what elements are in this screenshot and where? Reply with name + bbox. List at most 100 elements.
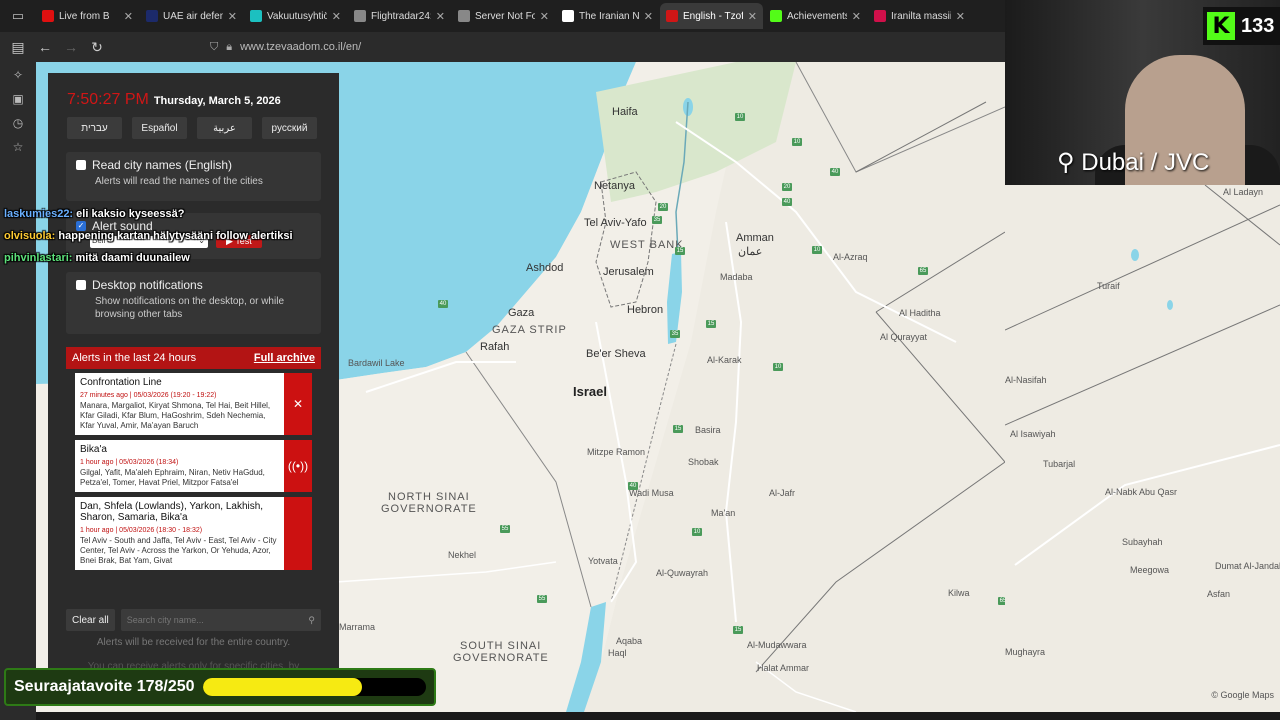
close-icon[interactable]: ✕ [956, 10, 965, 23]
clear-all-button[interactable]: Clear all [66, 609, 115, 631]
close-icon[interactable]: ✕ [540, 10, 549, 23]
browser-tab[interactable]: Achievements - ✕ [764, 3, 867, 29]
alert-card[interactable]: Confrontation Line 27 minutes ago | 05/03… [75, 373, 312, 435]
alert-time: 1 hour ago | 05/03/2026 (18:34) [80, 459, 179, 466]
alert-time: 1 hour ago | 05/03/2026 (18:30 - 18:32) [80, 527, 203, 534]
map-view-right[interactable]: Al-Nabk Abu Qasr Tubarjal Al Isawiyah Al-Na… [1005, 185, 1280, 712]
map-bottom-edge [36, 712, 1280, 720]
map-place-label: Madaba [720, 272, 753, 282]
tab-title: Iranilta massiivi [891, 10, 951, 22]
bookmark-star-icon[interactable]: ☆ [13, 140, 24, 154]
road-number-marker: 40 [438, 300, 448, 308]
read-names-title: Read city names (English) [92, 158, 233, 172]
lang-russian-button[interactable]: русский [262, 117, 317, 139]
browser-tab[interactable]: Server Not Fou ✕ [452, 3, 555, 29]
search-row: Clear all ⚲ [66, 609, 321, 631]
date: Thursday, March 5, 2026 [153, 95, 281, 107]
map-place-label: Israel [573, 384, 607, 399]
lang-hebrew-button[interactable]: עברית [67, 117, 122, 139]
tab-overview-icon[interactable]: ▭ [0, 0, 36, 32]
close-icon[interactable]: ✕ [748, 10, 757, 23]
chat-text: happening kartan hälytysääni follow aler… [58, 230, 293, 242]
back-button[interactable]: ← [32, 34, 58, 60]
tab-title: UAE air defence [163, 10, 223, 22]
tab-list: Live from B✕UAE air defence✕Vakuutusyhti… [36, 3, 972, 29]
history-icon[interactable]: ◷ [13, 116, 23, 130]
clock: 7:50:27 PM [67, 91, 149, 108]
alert-cities: Manara, Margaliot, Kiryat Shmona, Tel Ha… [80, 401, 271, 430]
desktop-notifications-title: Desktop notifications [92, 278, 203, 292]
alerts-header: Alerts in the last 24 hours Full archive [66, 347, 321, 369]
lang-spanish-button[interactable]: Español [132, 117, 187, 139]
city-search-box[interactable]: ⚲ [120, 609, 321, 631]
tab-favicon-icon [666, 10, 678, 22]
road-number-marker: 10 [692, 528, 702, 536]
map-place-label: Ma'an [711, 508, 736, 518]
map-place-label: Dumat Al-Jandal [1215, 561, 1280, 571]
tab-favicon-icon [42, 10, 54, 22]
tab-title: Achievements - [787, 10, 847, 22]
browser-tab[interactable]: English - Tzofar ✕ [660, 3, 763, 29]
map-place-label: عمان [738, 246, 763, 258]
browser-tab[interactable]: UAE air defence ✕ [140, 3, 243, 29]
forward-button[interactable]: → [58, 34, 84, 60]
map-place-label: Yotvata [588, 556, 618, 566]
read-names-checkbox[interactable] [76, 160, 86, 170]
road-number-marker: 10 [735, 113, 745, 121]
clock-row: 7:50:27 PM Thursday, March 5, 2026 [67, 91, 281, 109]
reload-button[interactable]: ↻ [84, 34, 110, 60]
notes-icon[interactable]: ▣ [12, 92, 23, 106]
alerts-list[interactable]: Confrontation Line 27 minutes ago | 05/03… [75, 373, 312, 597]
tab-favicon-icon [562, 10, 574, 22]
address-bar[interactable]: ⛉ 🔒︎ www.tzevaadom.co.il/en/ [210, 41, 361, 54]
webcam-location: ⚲ Dubai / JVC [1057, 149, 1210, 176]
full-archive-link[interactable]: Full archive [254, 352, 315, 364]
shield-icon[interactable]: ⛉ [210, 41, 218, 54]
read-names-desc: Alerts will read the names of the cities [95, 176, 263, 187]
alert-card[interactable]: Bika'a 1 hour ago | 05/03/2026 (18:34) Gil… [75, 440, 312, 492]
tab-favicon-icon [250, 10, 262, 22]
map-place-label: NORTH SINAI [388, 491, 470, 503]
road-number-marker: 35 [652, 216, 662, 224]
map-place-label: Netanya [594, 180, 635, 192]
sparkle-icon[interactable]: ✧ [13, 68, 23, 82]
close-icon[interactable]: ✕ [436, 10, 445, 23]
map-place-label: Aqaba [616, 636, 643, 646]
close-icon[interactable]: ✕ [644, 10, 653, 23]
map-place-label: Amman [736, 232, 774, 244]
alert-area-name: Bika'a [80, 444, 107, 455]
map-place-label: Al-Azraq [833, 252, 868, 262]
search-icon[interactable]: ⚲ [308, 615, 315, 626]
browser-tab[interactable]: Live from B ✕ [36, 3, 139, 29]
browser-sidebar: ✧ ▣ ◷ ☆ [0, 62, 36, 720]
sidebar-toggle-icon[interactable]: ▤ [4, 34, 32, 60]
map-place-label: Gaza [508, 307, 535, 319]
close-icon[interactable]: ✕ [124, 10, 133, 23]
map-place-label: Subayhah [1122, 537, 1163, 547]
url-text[interactable]: www.tzevaadom.co.il/en/ [240, 41, 361, 53]
browser-tab[interactable]: Vakuutusyhtiöt: ✕ [244, 3, 347, 29]
browser-tab[interactable]: Iranilta massiivi ✕ [868, 3, 971, 29]
tab-favicon-icon [874, 10, 886, 22]
road-number-marker: 40 [830, 168, 840, 176]
city-search-input[interactable] [126, 615, 297, 625]
map-place-label: Halat Ammar [757, 663, 810, 673]
alert-card[interactable]: Dan, Shfela (Lowlands), Yarkon, Lakhish,… [75, 497, 312, 570]
road-number-marker: 40 [782, 198, 792, 206]
map-terrain-right [1005, 185, 1280, 566]
close-icon[interactable]: ✕ [228, 10, 237, 23]
road-number-marker: 10 [792, 138, 802, 146]
map-place-label: Al Haditha [899, 308, 941, 318]
chat-text: eli kaksio kyseessä? [76, 208, 185, 220]
close-icon[interactable]: ✕ [332, 10, 341, 23]
map-place-label: Bardawil Lake [348, 358, 405, 368]
map-place-label: Turaif [1097, 281, 1120, 291]
browser-tab[interactable]: Flightradar24: L ✕ [348, 3, 451, 29]
browser-tab[interactable]: The Iranian Nav ✕ [556, 3, 659, 29]
close-icon[interactable]: ✕ [852, 10, 861, 23]
alerts-note: Alerts will be received for the entire c… [96, 637, 291, 648]
lang-arabic-button[interactable]: عربية [197, 117, 252, 139]
desktop-notifications-setting: Desktop notifications Show notifications… [66, 272, 321, 334]
map-place-label: Al-Mudawwara [747, 640, 807, 650]
desktop-notifications-checkbox[interactable] [76, 280, 86, 290]
